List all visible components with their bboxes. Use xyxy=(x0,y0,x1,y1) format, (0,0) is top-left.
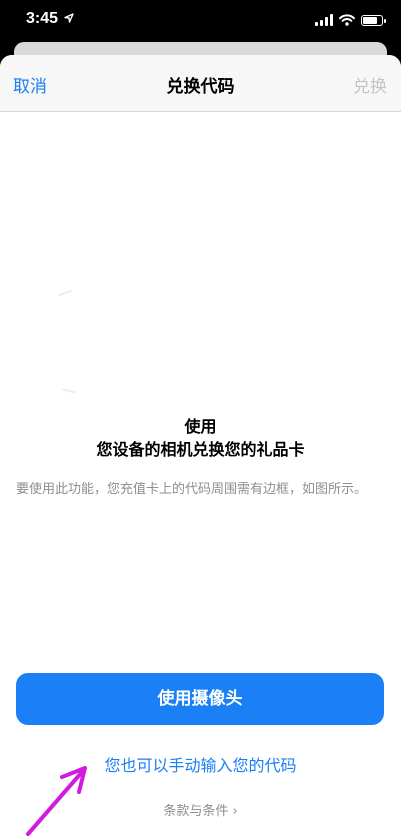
chevron-right-icon: › xyxy=(232,804,238,819)
preview-glint xyxy=(58,289,72,297)
page-title: 兑换代码 xyxy=(166,77,235,97)
battery-icon xyxy=(361,14,386,26)
redeem-button[interactable]: 兑换 xyxy=(353,72,387,97)
use-camera-button[interactable]: 使用摄像头 xyxy=(16,673,384,725)
title-line-2: 您设备的相机兑换您的礼品卡 xyxy=(96,440,305,459)
cellular-signal-icon xyxy=(315,14,333,26)
manual-entry-link[interactable]: 您也可以手动输入您的代码 xyxy=(0,752,401,776)
wifi-icon xyxy=(339,14,355,26)
camera-preview-area xyxy=(0,112,401,402)
preview-glint xyxy=(61,388,77,394)
terms-label: 条款与条件 xyxy=(163,804,229,819)
status-time-text: 3:45 xyxy=(26,10,59,27)
camera-instructions-title: 使用 您设备的相机兑换您的礼品卡 xyxy=(0,415,401,461)
location-arrow-icon xyxy=(64,13,75,23)
status-time: 3:45 xyxy=(26,10,75,28)
redeem-sheet: 取消 兑换代码 兑换 使用 您设备的相机兑换您的礼品卡 要使用此功能，您充值卡上… xyxy=(0,55,401,838)
terms-link[interactable]: 条款与条件 › xyxy=(0,800,401,819)
title-line-1: 使用 xyxy=(184,417,217,436)
status-bar: 3:45 xyxy=(0,0,401,42)
battery-level-fill xyxy=(363,16,378,24)
navigation-bar: 取消 兑换代码 兑换 xyxy=(0,55,401,112)
frame-hint-text: 要使用此功能，您充值卡上的代码周围需有边框，如图所示。 xyxy=(16,482,368,497)
status-indicators xyxy=(315,12,386,28)
